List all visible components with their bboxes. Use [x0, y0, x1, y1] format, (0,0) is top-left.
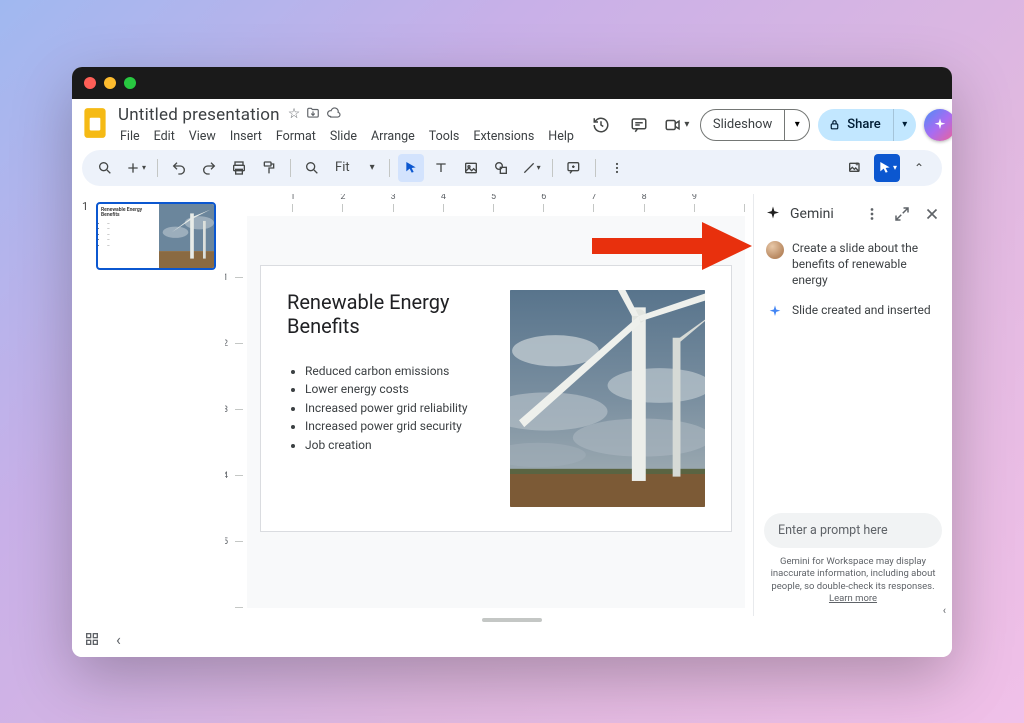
- list-item: Increased power grid reliability: [305, 399, 492, 418]
- move-folder-icon[interactable]: [306, 106, 320, 124]
- history-icon[interactable]: [586, 110, 616, 140]
- slide[interactable]: Renewable Energy Benefits Reduced carbon…: [261, 266, 731, 531]
- paint-format-button[interactable]: [256, 154, 282, 182]
- gemini-expand-icon[interactable]: [892, 204, 912, 224]
- list-item: Lower energy costs: [305, 380, 492, 399]
- share-button[interactable]: Share ▾: [818, 109, 916, 141]
- gemini-more-icon[interactable]: [862, 204, 882, 224]
- speaker-notes-handle[interactable]: [482, 618, 542, 622]
- menu-extensions[interactable]: Extensions: [471, 127, 536, 146]
- undo-button[interactable]: [166, 154, 192, 182]
- select-tool[interactable]: [398, 154, 424, 182]
- gemini-sparkle-icon: [766, 303, 784, 321]
- vertical-ruler: 1 2 3 4 5: [225, 212, 243, 608]
- list-item: Job creation: [305, 436, 492, 455]
- slideshow-dropdown[interactable]: ▾: [785, 110, 809, 140]
- gemini-ai-message: Slide created and inserted: [766, 302, 940, 321]
- app-window: Untitled presentation ☆ File Edit Vi: [72, 67, 952, 657]
- gemini-panel: Gemini Create a slide about the benefits…: [753, 194, 952, 616]
- slide-thumbnail-1[interactable]: Renewable EnergyBenefits —————: [96, 202, 216, 270]
- gemini-close-icon[interactable]: [922, 204, 942, 224]
- slide-canvas-area: 1 2 3 4 5 6 7 8 9 1 2 3 4 5: [217, 194, 753, 616]
- redo-button[interactable]: [196, 154, 222, 182]
- minimize-window-button[interactable]: [104, 77, 116, 89]
- print-button[interactable]: [226, 154, 252, 182]
- gemini-fab-button[interactable]: [924, 109, 952, 141]
- star-icon[interactable]: ☆: [288, 106, 301, 124]
- menu-slide[interactable]: Slide: [328, 127, 359, 146]
- slideshow-label[interactable]: Slideshow: [701, 110, 785, 140]
- shape-tool[interactable]: [488, 154, 514, 182]
- text-box-tool[interactable]: [428, 154, 454, 182]
- menu-arrange[interactable]: Arrange: [369, 127, 417, 146]
- nav-prev-icon[interactable]: ‹: [116, 630, 121, 649]
- menu-help[interactable]: Help: [546, 127, 576, 146]
- cloud-status-icon[interactable]: [326, 106, 341, 124]
- thumbnail-panel: 1 Renewable EnergyBenefits —————: [72, 194, 217, 616]
- app-area: Untitled presentation ☆ File Edit Vi: [72, 99, 952, 657]
- line-tool[interactable]: ▾: [518, 154, 544, 182]
- document-title[interactable]: Untitled presentation: [118, 105, 280, 125]
- grid-view-icon[interactable]: [84, 631, 100, 647]
- menu-view[interactable]: View: [187, 127, 218, 146]
- learn-more-link[interactable]: Learn more: [829, 593, 877, 604]
- zoom-label: Fit: [335, 160, 350, 175]
- comment-add-button[interactable]: [561, 154, 587, 182]
- workspace: 1 Renewable EnergyBenefits —————: [72, 194, 952, 616]
- slide-image[interactable]: [510, 290, 705, 507]
- new-slide-button[interactable]: ▾: [122, 154, 149, 182]
- thumbnail-number: 1: [82, 200, 88, 213]
- menu-insert[interactable]: Insert: [228, 127, 264, 146]
- pointer-tool-active[interactable]: ▾: [874, 154, 900, 182]
- more-tools-icon[interactable]: [604, 154, 630, 182]
- maximize-window-button[interactable]: [124, 77, 136, 89]
- menu-edit[interactable]: Edit: [152, 127, 177, 146]
- slide-bullets[interactable]: Reduced carbon emissions Lower energy co…: [287, 362, 492, 455]
- gemini-user-message: Create a slide about the benefits of ren…: [766, 240, 940, 289]
- side-panel-toggle[interactable]: ‹: [943, 604, 946, 617]
- search-menus-icon[interactable]: [92, 154, 118, 182]
- toolbar: ▾ Fit▾ ▾ ▾ ⌃: [82, 150, 942, 186]
- gemini-title: Gemini: [790, 206, 854, 222]
- slide-title[interactable]: Renewable Energy Benefits: [287, 290, 492, 338]
- share-dropdown[interactable]: ▾: [894, 109, 916, 141]
- zoom-select[interactable]: Fit▾: [329, 160, 381, 175]
- list-item: Reduced carbon emissions: [305, 362, 492, 381]
- list-item: Increased power grid security: [305, 417, 492, 436]
- slides-logo-icon[interactable]: [82, 105, 108, 141]
- user-avatar-small: [766, 241, 784, 259]
- zoom-button[interactable]: [299, 154, 325, 182]
- horizontal-ruler: 1 2 3 4 5 6 7 8 9: [243, 194, 745, 212]
- gemini-prompt-input[interactable]: Enter a prompt here: [764, 513, 942, 548]
- footer: ‹: [72, 616, 952, 657]
- user-prompt-text: Create a slide about the benefits of ren…: [792, 240, 940, 289]
- comments-icon[interactable]: [624, 110, 654, 140]
- ai-response-text: Slide created and inserted: [792, 302, 931, 321]
- gemini-sparkle-icon: [764, 205, 782, 223]
- image-gen-icon[interactable]: [842, 154, 868, 182]
- menu-format[interactable]: Format: [274, 127, 318, 146]
- menu-tools[interactable]: Tools: [427, 127, 462, 146]
- gemini-sparkle-icon: [932, 117, 948, 133]
- gemini-disclaimer: Gemini for Workspace may display inaccur…: [764, 556, 942, 605]
- menu-bar: File Edit View Insert Format Slide Arran…: [118, 127, 576, 146]
- menu-file[interactable]: File: [118, 127, 142, 146]
- window-chrome: [72, 67, 952, 99]
- close-window-button[interactable]: [84, 77, 96, 89]
- image-tool[interactable]: [458, 154, 484, 182]
- slideshow-button[interactable]: Slideshow ▾: [700, 109, 810, 141]
- video-call-icon[interactable]: ▾: [662, 110, 692, 140]
- collapse-toolbar-icon[interactable]: ⌃: [906, 154, 932, 182]
- share-label: Share: [847, 117, 881, 132]
- lock-icon: [828, 118, 841, 131]
- prompt-placeholder: Enter a prompt here: [778, 523, 888, 538]
- header: Untitled presentation ☆ File Edit Vi: [72, 99, 952, 146]
